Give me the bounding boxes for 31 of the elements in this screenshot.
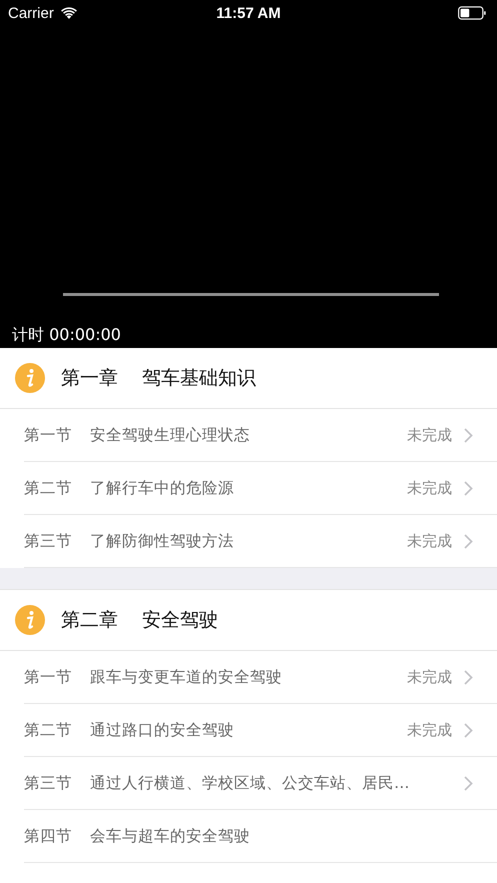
progress-track[interactable] xyxy=(63,293,439,296)
section-title[interactable]: 通过路口的安全驾驶 xyxy=(90,720,407,740)
section-number[interactable]: 第一节 xyxy=(24,666,72,688)
section-title[interactable]: 了解行车中的危险源 xyxy=(90,478,407,498)
section-title[interactable]: 跟车与变更车道的安全驾驶 xyxy=(90,666,407,688)
status-label: 未完成 xyxy=(407,720,452,740)
clock-time: 11:57 AM xyxy=(216,4,281,22)
battery-icon xyxy=(458,6,487,20)
status-label: 未完成 xyxy=(407,478,452,498)
timer-label: 计时 00:00:00 xyxy=(12,325,122,346)
status-label: 未完成 xyxy=(407,426,452,444)
section-number[interactable]: 第三节 xyxy=(24,530,72,552)
section-title[interactable]: 了解防御性驾驶方法 xyxy=(90,530,407,552)
section-title[interactable]: 安全驾驶生理心理状态 xyxy=(90,424,407,446)
chapter-number: 第一章 xyxy=(61,366,118,391)
section-number[interactable]: 第四节 xyxy=(24,826,72,846)
status-label: 未完成 xyxy=(407,532,452,550)
status-label: 未完成 xyxy=(407,668,452,686)
carrier-label: Carrier xyxy=(8,4,54,22)
chapter-title: 安全驾驶 xyxy=(142,608,218,633)
info-icon xyxy=(15,605,45,635)
chapter-number: 第二章 xyxy=(61,608,118,633)
section-title[interactable]: 会车与超车的安全驾驶 xyxy=(90,826,473,846)
section-number[interactable]: 第一节 xyxy=(24,424,72,446)
wifi-icon xyxy=(60,6,78,20)
section-number[interactable]: 第三节 xyxy=(24,772,72,794)
section-number[interactable]: 第二节 xyxy=(24,478,72,498)
chapter-title: 驾车基础知识 xyxy=(142,366,256,391)
section-title[interactable]: 通过人行横道、学校区域、公交车站、居民… xyxy=(90,772,464,794)
section-number[interactable]: 第二节 xyxy=(24,720,72,740)
info-icon xyxy=(15,363,45,393)
